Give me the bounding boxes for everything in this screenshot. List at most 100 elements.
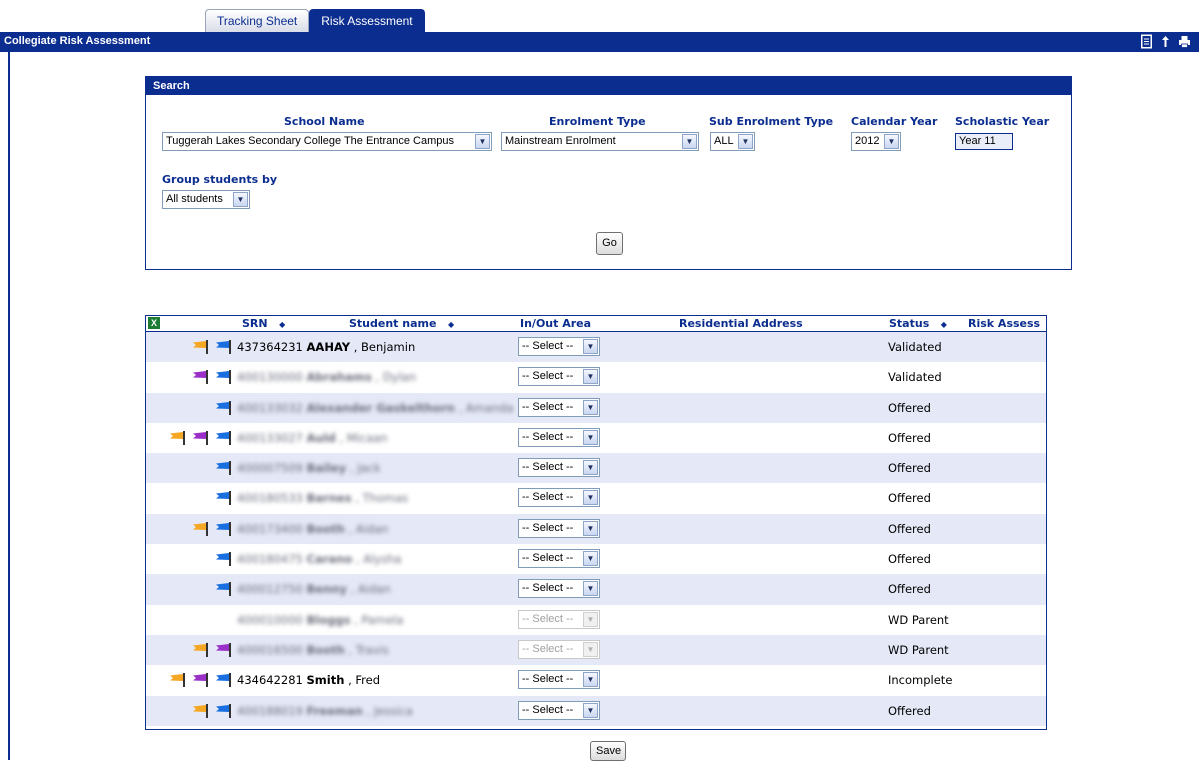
purple-flag-icon[interactable]: [190, 430, 210, 445]
row-flags: [190, 370, 233, 385]
group-by-select[interactable]: All students ▼: [162, 190, 250, 209]
calendar-year-value: 2012: [855, 135, 880, 147]
sub-enrolment-type-select[interactable]: ALL ▼: [710, 132, 755, 151]
row-flags: [167, 673, 233, 688]
in-out-area-select[interactable]: -- Select -- ▼: [518, 488, 600, 508]
student-srn: 400133027: [237, 430, 307, 445]
student-srn-name: 400012750 Benny , Aidan: [237, 582, 391, 596]
student-surname: AAHAY: [306, 340, 351, 354]
tab-tracking-sheet[interactable]: Tracking Sheet: [205, 9, 310, 32]
student-srn: 400130000: [237, 370, 307, 385]
in-out-area-select[interactable]: -- Select -- ▼: [518, 367, 600, 387]
table-row: 400188019 Freeman , Jessica -- Select -- ▼…: [146, 695, 1046, 726]
chevron-down-icon: ▼: [682, 134, 697, 149]
upload-icon[interactable]: [1159, 34, 1172, 49]
in-out-area-select[interactable]: -- Select -- ▼: [518, 427, 600, 447]
blue-flag-icon[interactable]: [213, 400, 233, 415]
column-header-risk-assess[interactable]: Risk Assess: [968, 317, 1040, 330]
in-out-area-select[interactable]: -- Select -- ▼: [518, 337, 600, 356]
in-out-area-select[interactable]: -- Select -- ▼: [518, 397, 600, 417]
blue-flag-icon[interactable]: [213, 582, 233, 597]
calendar-year-label: Calendar Year: [851, 115, 938, 128]
tab-risk-assessment[interactable]: Risk Assessment: [309, 9, 425, 32]
student-surname: Abrahams: [306, 370, 372, 385]
blue-flag-icon[interactable]: [213, 430, 233, 445]
search-panel-title: Search: [146, 77, 1071, 95]
row-flags: [167, 430, 233, 445]
blue-flag-icon[interactable]: [213, 370, 233, 385]
in-out-area-value: -- Select --: [522, 340, 574, 352]
in-out-area-select[interactable]: -- Select -- ▼: [518, 518, 600, 538]
chevron-down-icon: ▼: [475, 134, 490, 149]
blue-flag-icon[interactable]: [213, 491, 233, 506]
student-given-name: , Amanda: [454, 400, 514, 415]
column-header-status[interactable]: Status ◆: [889, 317, 947, 330]
student-srn-name: 400130000 Abrahams , Dylan: [237, 370, 416, 384]
enrolment-type-select[interactable]: Mainstream Enrolment ▼: [501, 132, 699, 151]
header-toolbar: [1140, 34, 1191, 49]
in-out-area-select[interactable]: -- Select -- ▼: [518, 549, 600, 569]
purple-flag-icon[interactable]: [190, 673, 210, 688]
header-bar: Collegiate Risk Assessment: [0, 32, 1199, 52]
blue-flag-icon[interactable]: [213, 521, 233, 536]
table-row: 400173400 Booth , Aidan -- Select -- ▼ Offe…: [146, 513, 1046, 545]
calendar-year-select[interactable]: 2012 ▼: [851, 132, 901, 151]
student-srn-name: 400180475 Carano , Alysha: [237, 552, 401, 566]
student-surname: Carano: [306, 552, 353, 567]
status-text: Validated: [888, 370, 942, 385]
school-name-select[interactable]: Tuggerah Lakes Secondary College The Ent…: [162, 132, 492, 151]
column-header-residential-address[interactable]: Residential Address: [679, 317, 803, 330]
results-table: X SRN ◆ Student name ◆ In/Out Area Resid…: [145, 315, 1047, 730]
chevron-down-icon: ▼: [583, 429, 598, 445]
student-given-name: , Benjamin: [350, 340, 416, 354]
student-given-name: , Aidan: [344, 521, 389, 536]
orange-flag-icon[interactable]: [190, 703, 210, 718]
orange-flag-icon[interactable]: [167, 673, 187, 688]
in-out-area-value: -- Select --: [522, 703, 574, 716]
in-out-area-select[interactable]: -- Select -- ▼: [518, 670, 600, 690]
blue-flag-icon[interactable]: [213, 461, 233, 476]
blue-flag-icon[interactable]: [213, 673, 233, 688]
status-text: Offered: [888, 400, 931, 415]
enrolment-type-value: Mainstream Enrolment: [505, 135, 616, 147]
column-header-student-name[interactable]: Student name ◆: [349, 317, 454, 330]
orange-flag-icon[interactable]: [190, 642, 210, 657]
student-given-name: , Aidan: [346, 582, 391, 597]
in-out-area-select[interactable]: -- Select -- ▼: [518, 458, 600, 478]
in-out-area-select[interactable]: -- Select -- ▼: [518, 700, 600, 720]
orange-flag-icon[interactable]: [190, 521, 210, 536]
orange-flag-icon[interactable]: [190, 340, 210, 354]
sort-icon: ◆: [279, 320, 286, 329]
chevron-down-icon: ▼: [583, 611, 598, 627]
left-rule: [8, 52, 10, 760]
save-button[interactable]: Save: [590, 741, 626, 761]
blue-flag-icon[interactable]: [213, 340, 233, 354]
blue-flag-icon[interactable]: [213, 703, 233, 718]
enrolment-type-label: Enrolment Type: [549, 115, 646, 128]
in-out-area-value: -- Select --: [522, 370, 574, 383]
report-icon[interactable]: [1140, 34, 1153, 49]
chevron-down-icon: ▼: [583, 460, 598, 476]
chevron-down-icon: ▼: [583, 490, 598, 506]
excel-export-icon[interactable]: X: [148, 317, 160, 329]
blue-flag-icon[interactable]: [213, 552, 233, 567]
go-button[interactable]: Go: [596, 232, 623, 255]
student-srn: 400016500: [237, 642, 307, 657]
student-surname: Alexander Gaskelthorn: [306, 400, 455, 415]
in-out-area-select[interactable]: -- Select -- ▼: [518, 579, 600, 599]
scholastic-year-field[interactable]: Year 11: [955, 133, 1013, 150]
student-srn-name: 400133032 Alexander Gaskelthorn , Amanda: [237, 401, 514, 415]
orange-flag-icon[interactable]: [167, 430, 187, 445]
student-srn-name: 400010000 Bloggs , Pamela: [237, 613, 403, 627]
student-srn: 400010000: [237, 612, 307, 627]
purple-flag-icon[interactable]: [190, 370, 210, 385]
column-header-in-out-area[interactable]: In/Out Area: [520, 317, 591, 330]
purple-flag-icon[interactable]: [213, 642, 233, 657]
table-row: 400180533 Barnes , Thomas -- Select -- ▼ Of…: [146, 483, 1046, 513]
row-flags: [190, 340, 233, 354]
row-flags: [213, 582, 233, 597]
status-text: Offered: [888, 582, 931, 597]
chevron-down-icon: ▼: [583, 551, 598, 567]
print-icon[interactable]: [1178, 34, 1191, 49]
column-header-srn[interactable]: SRN ◆: [242, 317, 285, 330]
